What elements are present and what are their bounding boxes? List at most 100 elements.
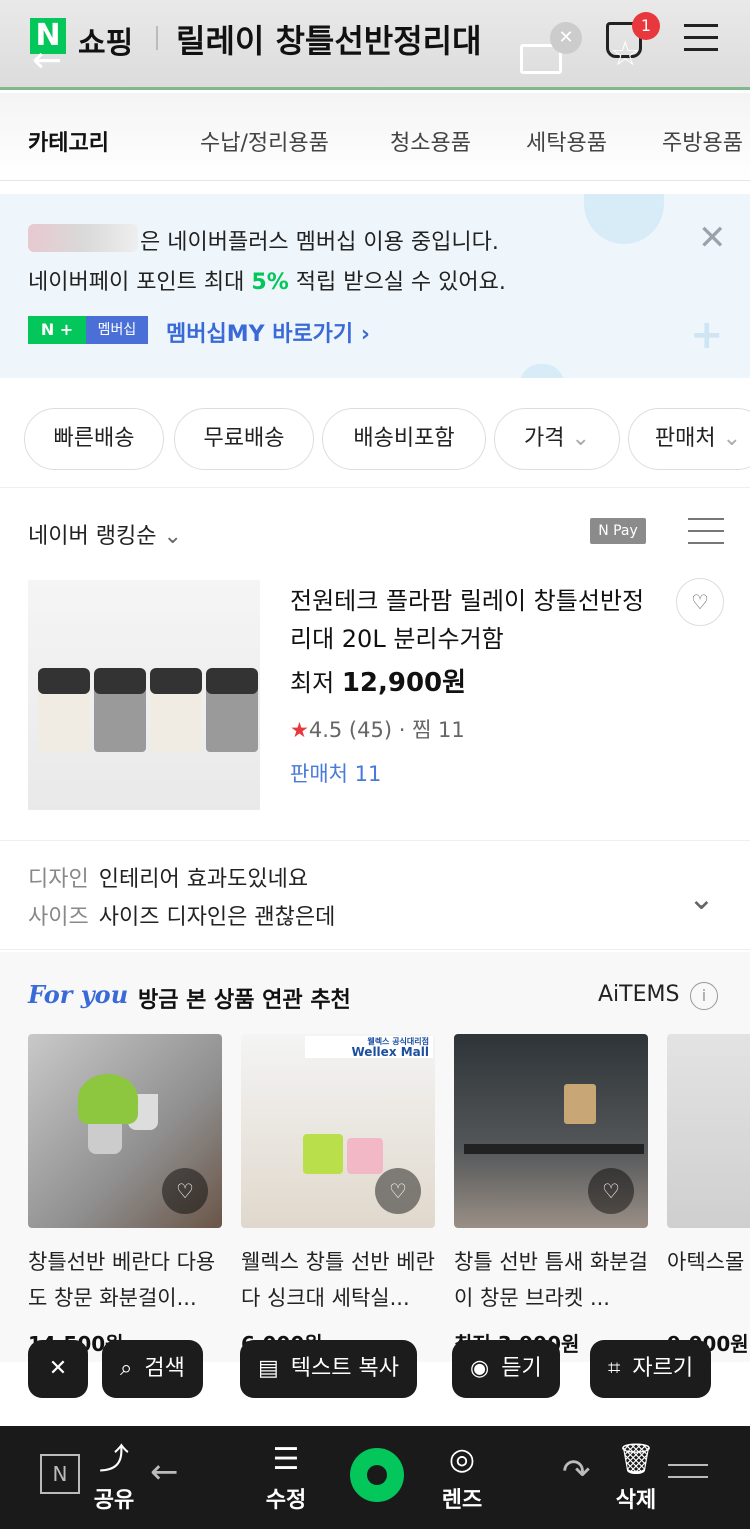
wishlist-heart-icon[interactable]: ♡ bbox=[676, 578, 724, 626]
naver-plus-badge: N + 멤버십 bbox=[28, 316, 148, 344]
filter-free-delivery[interactable]: 무료배송 bbox=[174, 408, 314, 470]
basket-handle-shape bbox=[38, 668, 90, 694]
category-item[interactable]: 세탁용품 bbox=[526, 125, 607, 157]
share-label: 공유 bbox=[93, 1488, 135, 1513]
for-you-section: For you 방금 본 상품 연관 추천 AiTEMS i ♡ 창틀선반 베란… bbox=[0, 952, 750, 1362]
recommend-card[interactable]: ♡ 창틀 선반 틈새 화분걸이 창문 브라켓 ... 최저 3,990원 bbox=[454, 1034, 648, 1357]
npay-filter-badge[interactable]: N Pay bbox=[590, 518, 646, 544]
copy-text-button[interactable]: ▤ 텍스트 복사 bbox=[240, 1340, 417, 1398]
bottom-navigation: N ⤴ 공유 ← ☰ 수정 ◎ 렌즈 ↷ 🗑 삭제 bbox=[0, 1426, 750, 1529]
rating-value: 4.5 bbox=[308, 718, 343, 742]
points-prefix: 네이버페이 포인트 최대 bbox=[28, 270, 245, 295]
delete-button[interactable]: 🗑 삭제 bbox=[608, 1438, 664, 1514]
plant-shape bbox=[78, 1074, 138, 1124]
heart-icon[interactable]: ♡ bbox=[162, 1168, 208, 1214]
filter-include-shipping[interactable]: 배송비포함 bbox=[322, 408, 486, 470]
points-suffix: 적립 받으실 수 있어요. bbox=[295, 270, 506, 295]
card-image[interactable]: ♡ bbox=[454, 1034, 648, 1228]
sort-label: 네이버 랭킹순 bbox=[28, 524, 157, 549]
seller-count-link[interactable]: 판매처 11 bbox=[290, 758, 381, 788]
banner-close-icon[interactable]: ✕ bbox=[698, 218, 727, 258]
filter-chips: 빠른배송 무료배송 배송비포함 가격 ⌄ 판매처 ⌄ bbox=[0, 392, 750, 488]
candle-shape bbox=[564, 1084, 596, 1124]
lens-button[interactable]: ◎ 렌즈 bbox=[434, 1438, 490, 1514]
card-image[interactable]: 웰렉스 공식대리점 Wellex Mall ♡ bbox=[241, 1034, 435, 1228]
heart-icon[interactable]: ♡ bbox=[588, 1168, 634, 1214]
crop-button[interactable]: ⌗ 자르기 bbox=[590, 1340, 712, 1398]
edit-label: 수정 bbox=[265, 1488, 307, 1513]
page-title: 릴레이 창틀선반정리대 bbox=[176, 22, 482, 60]
product-image[interactable] bbox=[28, 580, 260, 810]
review-design: 디자인 인테리어 효과도있네요 bbox=[28, 861, 308, 893]
chevron-down-icon[interactable]: ⌄ bbox=[688, 879, 715, 917]
search-button[interactable]: ⌕ 검색 bbox=[102, 1340, 203, 1398]
list-view-icon[interactable] bbox=[688, 518, 724, 554]
wish-count: 찜 11 bbox=[412, 718, 465, 742]
for-you-logo: For you bbox=[28, 980, 129, 1009]
recommend-card[interactable]: ♡ 창틀선반 베란다 다용도 창문 화분걸이... 14,500원 bbox=[28, 1034, 222, 1357]
heart-icon[interactable]: ♡ bbox=[375, 1168, 421, 1214]
filter-price[interactable]: 가격 ⌄ bbox=[494, 408, 620, 470]
basket-handle-shape bbox=[150, 668, 202, 694]
pot-shape bbox=[347, 1138, 383, 1174]
shopping-label[interactable]: 쇼핑 bbox=[78, 18, 133, 62]
back-arrow-icon[interactable]: ← bbox=[32, 40, 62, 81]
product-rating: ★4.5 (45) · 찜 11 bbox=[290, 718, 465, 742]
plus-decoration-icon: + bbox=[690, 312, 724, 358]
review-summary[interactable]: 디자인 인테리어 효과도있네요 사이즈 사이즈 디자인은 괜찮은데 ⌄ bbox=[0, 840, 750, 950]
star-icon[interactable]: ☆ bbox=[610, 34, 640, 74]
menu-icon[interactable] bbox=[668, 1464, 708, 1488]
lens-icon: ◎ bbox=[448, 1442, 476, 1477]
filter-seller[interactable]: 판매처 ⌄ bbox=[628, 408, 750, 470]
price-label: 최저 bbox=[290, 669, 335, 697]
card-image[interactable]: ♡ bbox=[28, 1034, 222, 1228]
chevron-down-icon: ⌄ bbox=[722, 426, 742, 451]
back-icon[interactable]: ← bbox=[150, 1452, 179, 1492]
chevron-down-icon: ⌄ bbox=[571, 426, 590, 451]
wellex-banner: 웰렉스 공식대리점 Wellex Mall bbox=[305, 1036, 433, 1058]
card-image[interactable] bbox=[667, 1034, 750, 1228]
header-divider bbox=[156, 26, 158, 50]
category-item[interactable]: 청소용품 bbox=[390, 125, 471, 157]
forward-icon[interactable]: ↷ bbox=[562, 1452, 591, 1492]
listen-button[interactable]: ◉ 듣기 bbox=[452, 1340, 560, 1398]
points-percent: 5% bbox=[251, 270, 289, 295]
review-count: (45) bbox=[348, 718, 393, 742]
share-button[interactable]: ⤴ 공유 bbox=[86, 1438, 142, 1514]
for-you-title: 방금 본 상품 연관 추천 bbox=[138, 988, 351, 1013]
category-item[interactable]: 수납/정리용품 bbox=[200, 125, 329, 157]
category-item[interactable]: 주방용품 bbox=[662, 125, 743, 157]
document-icon: ▤ bbox=[258, 1356, 279, 1381]
info-icon[interactable]: i bbox=[690, 982, 718, 1010]
edit-button[interactable]: ☰ 수정 bbox=[258, 1438, 314, 1514]
membership-my-link[interactable]: 멤버십MY 바로가기 › bbox=[166, 316, 370, 348]
naver-home-icon[interactable]: N bbox=[40, 1454, 80, 1494]
recommend-card[interactable]: 아텍스몰 다 화분 다 9,000원 bbox=[667, 1034, 750, 1357]
product-title[interactable]: 전원테크 플라팜 릴레이 창틀선반정리대 20L 분리수거함 bbox=[290, 582, 660, 658]
filter-fast-delivery[interactable]: 빠른배송 bbox=[24, 408, 164, 470]
crop-icon: ⌗ bbox=[608, 1356, 621, 1381]
review-text: 사이즈 디자인은 괜찮은데 bbox=[98, 905, 336, 930]
wellex-label: Wellex Mall bbox=[351, 1045, 430, 1059]
naver-plus-logo: N + bbox=[28, 316, 86, 344]
close-button[interactable]: ✕ bbox=[28, 1340, 88, 1398]
decoration-shape bbox=[584, 194, 664, 244]
review-key: 사이즈 bbox=[28, 905, 89, 930]
naver-green-dot-icon[interactable] bbox=[350, 1448, 404, 1502]
category-bar: 카테고리 수납/정리용품 청소용품 세탁용품 주방용품 bbox=[0, 93, 750, 181]
card-title: 웰렉스 창틀 선반 베란다 싱크대 세탁실... bbox=[241, 1250, 435, 1310]
recommend-card[interactable]: 웰렉스 공식대리점 Wellex Mall ♡ 웰렉스 창틀 선반 베란다 싱크대… bbox=[241, 1034, 435, 1357]
close-circle-icon[interactable]: ✕ bbox=[550, 22, 582, 54]
sliders-icon: ☰ bbox=[272, 1442, 300, 1477]
lens-search-icon: ⌕ bbox=[120, 1356, 133, 1381]
hamburger-menu-icon[interactable] bbox=[684, 24, 718, 60]
product-price: 최저 12,900원 bbox=[290, 662, 466, 699]
lens-label: 렌즈 bbox=[441, 1488, 483, 1513]
category-title[interactable]: 카테고리 bbox=[28, 125, 109, 157]
star-rating-icon: ★ bbox=[290, 718, 309, 742]
sort-dropdown[interactable]: 네이버 랭킹순 ⌄ bbox=[28, 518, 182, 550]
listen-label: 듣기 bbox=[501, 1356, 542, 1381]
filter-label: 판매처 bbox=[654, 426, 716, 451]
blurred-username bbox=[28, 224, 138, 252]
banner-points-message: 네이버페이 포인트 최대 5% 적립 받으실 수 있어요. bbox=[28, 264, 506, 296]
